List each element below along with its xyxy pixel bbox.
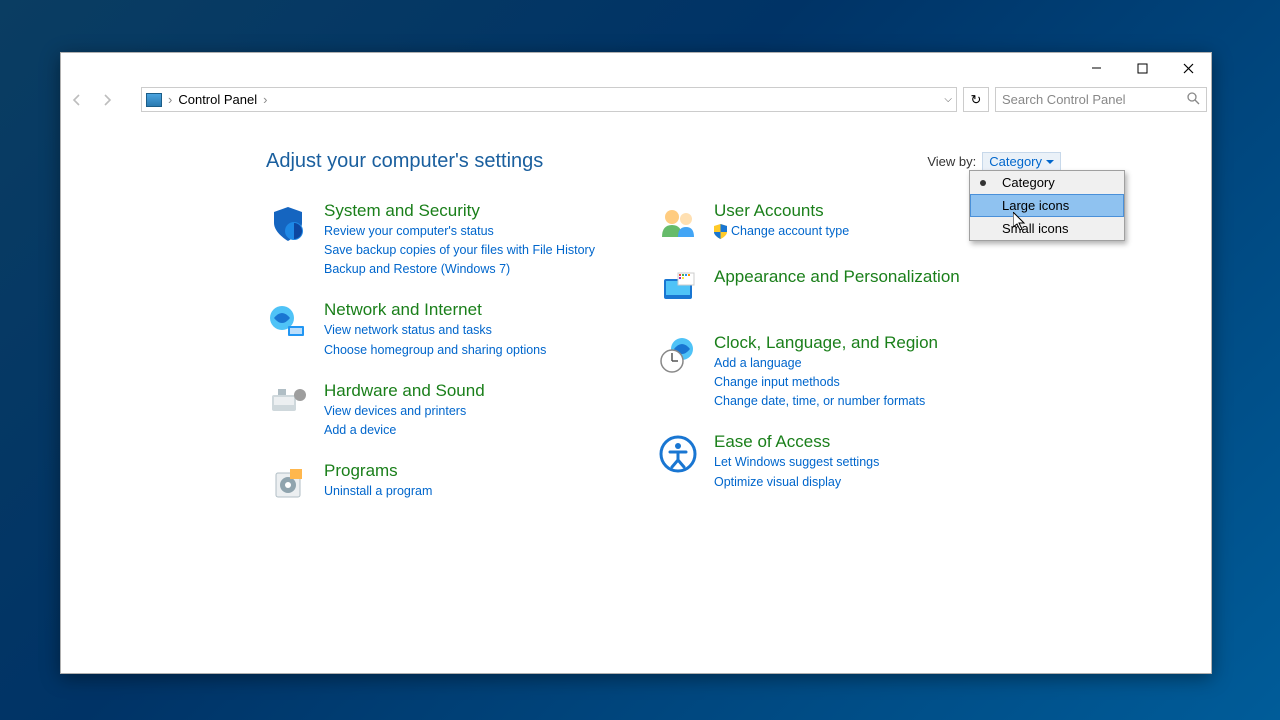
category-title[interactable]: Programs	[324, 461, 432, 481]
system-security-icon	[266, 201, 310, 245]
maximize-button[interactable]	[1119, 53, 1165, 83]
search-placeholder: Search Control Panel	[1002, 92, 1126, 107]
category-user-accounts: User Accounts Change account type	[656, 201, 986, 245]
category-title[interactable]: Hardware and Sound	[324, 381, 485, 401]
category-link[interactable]: Add a device	[324, 421, 485, 439]
category-link[interactable]: Change account type	[714, 222, 849, 240]
category-link[interactable]: Choose homegroup and sharing options	[324, 341, 546, 359]
category-system-security: System and Security Review your computer…	[266, 201, 596, 278]
category-title[interactable]: User Accounts	[714, 201, 849, 221]
category-link[interactable]: Uninstall a program	[324, 482, 432, 500]
uac-shield-icon	[714, 224, 727, 239]
category-link[interactable]: View network status and tasks	[324, 321, 546, 339]
network-internet-icon	[266, 300, 310, 344]
programs-icon	[266, 461, 310, 505]
search-icon	[1187, 92, 1200, 108]
category-link[interactable]: View devices and printers	[324, 402, 485, 420]
clock-language-region-icon	[656, 333, 700, 377]
breadcrumb-separator: ›	[168, 92, 172, 107]
categories-grid: System and Security Review your computer…	[266, 201, 1141, 527]
refresh-button[interactable]: ↻	[963, 87, 989, 112]
category-link[interactable]: Add a language	[714, 354, 938, 372]
category-link[interactable]: Save backup copies of your files with Fi…	[324, 241, 595, 259]
category-title[interactable]: Appearance and Personalization	[714, 267, 960, 287]
category-ease-of-access: Ease of Access Let Windows suggest setti…	[656, 432, 986, 490]
dropdown-item-category[interactable]: Category	[970, 171, 1124, 194]
category-network-internet: Network and Internet View network status…	[266, 300, 596, 358]
breadcrumb-separator: ›	[263, 92, 267, 107]
category-link[interactable]: Let Windows suggest settings	[714, 453, 879, 471]
control-panel-window: › Control Panel › ⌵ ↻ Search Control Pan…	[60, 52, 1212, 674]
dropdown-item-small-icons[interactable]: Small icons	[970, 217, 1124, 240]
category-clock-language-region: Clock, Language, and Region Add a langua…	[656, 333, 986, 410]
view-by-dropdown-button[interactable]: Category	[982, 152, 1061, 171]
category-title[interactable]: System and Security	[324, 201, 595, 221]
close-button[interactable]	[1165, 53, 1211, 83]
minimize-button[interactable]	[1073, 53, 1119, 83]
address-bar[interactable]: › Control Panel › ⌵	[141, 87, 957, 112]
user-accounts-icon	[656, 201, 700, 245]
hardware-sound-icon	[266, 381, 310, 425]
navbar: › Control Panel › ⌵ ↻ Search Control Pan…	[61, 83, 1211, 116]
category-appearance-personalization: Appearance and Personalization	[656, 267, 986, 311]
category-link[interactable]: Change input methods	[714, 373, 938, 391]
content-area: Adjust your computer's settings View by:…	[61, 116, 1211, 673]
breadcrumb[interactable]: Control Panel	[178, 92, 257, 107]
search-input[interactable]: Search Control Panel	[995, 87, 1207, 112]
view-by-label: View by:	[927, 154, 976, 169]
control-panel-icon	[146, 93, 162, 107]
category-link[interactable]: Optimize visual display	[714, 473, 879, 491]
appearance-icon	[656, 267, 700, 311]
category-programs: Programs Uninstall a program	[266, 461, 596, 505]
forward-button[interactable]	[95, 88, 119, 112]
category-title[interactable]: Clock, Language, and Region	[714, 333, 938, 353]
address-dropdown-icon[interactable]: ⌵	[944, 94, 952, 105]
back-button[interactable]	[65, 88, 89, 112]
category-title[interactable]: Ease of Access	[714, 432, 879, 452]
category-link[interactable]: Change date, time, or number formats	[714, 392, 938, 410]
titlebar	[61, 53, 1211, 83]
category-hardware-sound: Hardware and Sound View devices and prin…	[266, 381, 596, 439]
category-link[interactable]: Review your computer's status	[324, 222, 595, 240]
view-by-control: View by: Category	[927, 152, 1061, 171]
left-column: System and Security Review your computer…	[266, 201, 596, 527]
view-by-dropdown-menu: Category Large icons Small icons	[969, 170, 1125, 241]
right-column: User Accounts Change account type Appear…	[656, 201, 986, 527]
category-link[interactable]: Backup and Restore (Windows 7)	[324, 260, 595, 278]
chevron-down-icon	[1046, 160, 1054, 164]
ease-of-access-icon	[656, 432, 700, 476]
category-title[interactable]: Network and Internet	[324, 300, 546, 320]
dropdown-item-large-icons[interactable]: Large icons	[970, 194, 1124, 217]
